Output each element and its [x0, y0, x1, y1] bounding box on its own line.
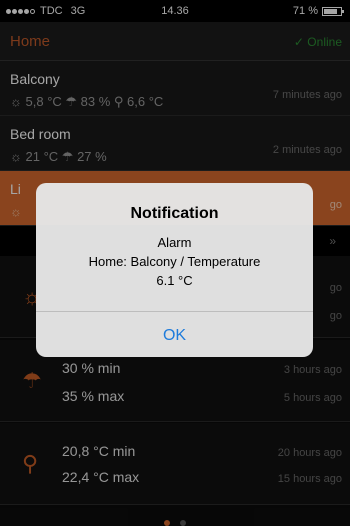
alert-message: Alarm Home: Balcony / Temperature 6.1 °C: [36, 233, 313, 290]
app-screen: TDC 3G 14.36 71 % Home ✓ Online Balcony …: [0, 0, 350, 526]
alert-line: 6.1 °C: [156, 273, 193, 288]
alert-line: Home: Balcony / Temperature: [88, 254, 261, 269]
notification-alert: Notification Alarm Home: Balcony / Tempe…: [36, 183, 313, 357]
ok-button[interactable]: OK: [36, 312, 313, 357]
alert-line: Alarm: [157, 235, 192, 250]
alert-title: Notification: [130, 205, 219, 222]
